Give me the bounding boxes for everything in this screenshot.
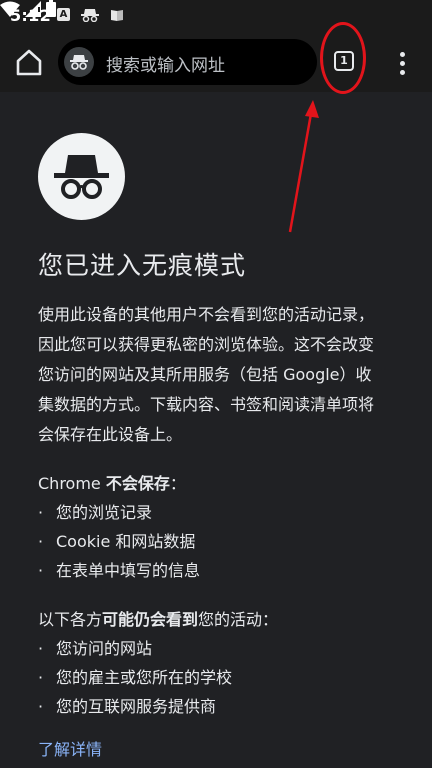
status-time: 5:12	[10, 6, 51, 25]
annotation-circle	[320, 22, 366, 94]
home-icon[interactable]	[12, 46, 46, 80]
list-item: · 您的浏览记录	[38, 503, 153, 522]
not-saved-heading: Chrome 不会保存：	[38, 474, 186, 493]
incognito-logo	[38, 133, 125, 220]
paragraph-line: 集数据的方式。下载内容、书签和阅读清单项将	[38, 395, 375, 414]
incognito-icon	[54, 155, 109, 199]
list-item: · 在表单中填写的信息	[38, 561, 201, 580]
paragraph-line: 使用此设备的其他用户不会看到您的活动记录，	[38, 305, 375, 324]
book-icon	[111, 10, 123, 21]
list-item: · 您的雇主或您所在的学校	[38, 668, 233, 687]
more-menu-icon[interactable]	[396, 52, 410, 76]
list-item: · 您的互联网服务提供商	[38, 697, 217, 716]
list-item: · Cookie 和网站数据	[38, 532, 196, 551]
status-bar: 5:12 A	[0, 0, 432, 32]
paragraph-line: 会保存在此设备上。	[38, 425, 183, 444]
omnibox-placeholder: 搜索或输入网址	[106, 56, 225, 76]
omnibox[interactable]: 搜索或输入网址	[58, 39, 317, 85]
incognito-icon	[64, 47, 94, 77]
a-app-icon: A	[57, 8, 70, 21]
list-item: · 您访问的网站	[38, 639, 153, 658]
visible-to-heading: 以下各方可能仍会看到您的活动：	[38, 610, 279, 629]
page-title: 您已进入无痕模式	[38, 251, 247, 280]
learn-more-link[interactable]: 了解详情	[38, 736, 102, 760]
incognito-icon	[81, 9, 99, 22]
paragraph-line: 您访问的网站及其所用服务（包括 Google）收	[38, 365, 372, 384]
intro-paragraph: 使用此设备的其他用户不会看到您的活动记录， 因此您可以获得更私密的浏览体验。这不…	[38, 300, 398, 450]
browser-toolbar: 搜索或输入网址 1	[0, 32, 432, 92]
paragraph-line: 因此您可以获得更私密的浏览体验。这不会改变	[38, 335, 375, 354]
